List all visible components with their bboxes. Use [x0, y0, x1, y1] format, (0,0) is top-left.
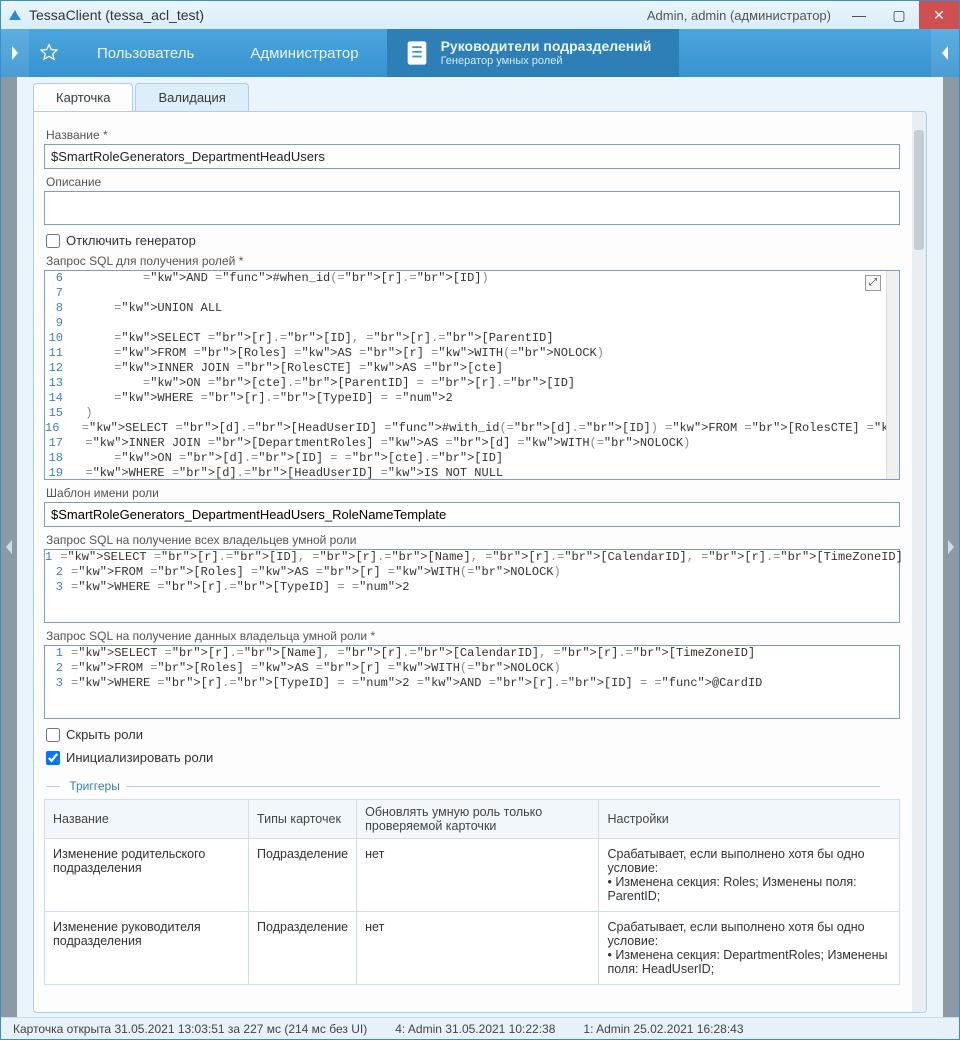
chevron-right-icon: [947, 540, 955, 554]
disable-checkbox-label: Отключить генератор: [66, 233, 196, 248]
ribbon-tab-user[interactable]: Пользователь: [69, 29, 222, 77]
sql-owner-data-editor[interactable]: 1="kw">SELECT ="br">[r].="br">[Name], ="…: [44, 645, 900, 719]
hide-roles-checkbox-input[interactable]: [46, 728, 60, 742]
label-name-template: Шаблон имени роли: [46, 486, 900, 500]
name-input[interactable]: [44, 144, 900, 169]
label-desc: Описание: [46, 175, 900, 189]
th-settings[interactable]: Настройки: [599, 800, 900, 839]
init-roles-checkbox-input[interactable]: [46, 751, 60, 765]
maximize-button[interactable]: ▢: [879, 1, 919, 29]
tab-card[interactable]: Карточка: [33, 83, 133, 111]
th-name[interactable]: Название: [45, 800, 249, 839]
disable-checkbox-input[interactable]: [46, 234, 60, 248]
ribbon-active-title: Руководители подразделений: [441, 39, 652, 54]
label-sql-owner-data: Запрос SQL на получение данных владельца…: [46, 629, 900, 643]
left-rail[interactable]: [1, 77, 17, 1017]
init-roles-label: Инициализировать роли: [66, 750, 213, 765]
init-roles-checkbox[interactable]: Инициализировать роли: [46, 750, 900, 765]
th-update[interactable]: Обновлять умную роль только проверяемой …: [357, 800, 599, 839]
label-sql-owners: Запрос SQL на получение всех владельцев …: [46, 533, 900, 547]
table-row[interactable]: Изменение руководителя подразделенияПодр…: [45, 912, 900, 985]
label-name: Название *: [46, 128, 900, 142]
right-rail[interactable]: [943, 77, 959, 1017]
hide-roles-checkbox[interactable]: Скрыть роли: [46, 727, 900, 742]
document-icon: [403, 39, 431, 67]
app-icon: [7, 7, 23, 23]
status-opened: Карточка открыта 31.05.2021 13:03:51 за …: [13, 1022, 367, 1036]
panel-scrollbar[interactable]: [912, 112, 926, 1012]
nav-back-button[interactable]: [1, 29, 29, 77]
favorite-button[interactable]: [29, 29, 69, 77]
statusbar: Карточка открыта 31.05.2021 13:03:51 за …: [1, 1017, 959, 1039]
chevron-right-icon: [10, 46, 20, 60]
table-row[interactable]: Изменение родительского подразделенияПод…: [45, 839, 900, 912]
name-template-input[interactable]: [44, 502, 900, 527]
card-panel: Название * Описание Отключить генератор …: [33, 111, 927, 1013]
sql-roles-editor[interactable]: ⤢ 6 ="kw">AND ="func">#when_id(="br">[r]…: [44, 270, 900, 480]
triggers-section-title: Триггеры: [46, 779, 900, 793]
code-scrollbar[interactable]: [886, 271, 899, 479]
sql-owners-editor[interactable]: 1="kw">SELECT ="br">[r].="br">[ID], ="br…: [44, 549, 900, 623]
ribbon-tab-admin[interactable]: Администратор: [222, 29, 386, 77]
triggers-table: Название Типы карточек Обновлять умную р…: [44, 799, 900, 985]
window-title: TessaClient (tessa_acl_test): [29, 7, 204, 23]
label-sql-roles: Запрос SQL для получения ролей *: [46, 254, 900, 268]
minimize-button[interactable]: —: [839, 1, 879, 29]
hide-roles-label: Скрыть роли: [66, 727, 143, 742]
close-button[interactable]: ✕: [919, 1, 959, 29]
nav-forward-button[interactable]: [931, 29, 959, 77]
ribbon: Пользователь Администратор Руководители …: [1, 29, 959, 77]
chevron-left-icon: [5, 540, 13, 554]
th-types[interactable]: Типы карточек: [249, 800, 357, 839]
ribbon-active-subtitle: Генератор умных ролей: [441, 55, 652, 67]
user-label: Admin, admin (администратор): [647, 8, 831, 23]
chevron-left-icon: [940, 46, 950, 60]
ribbon-tab-active[interactable]: Руководители подразделений Генератор умн…: [387, 29, 680, 77]
desc-input[interactable]: [44, 191, 900, 225]
tab-validation[interactable]: Валидация: [135, 83, 248, 111]
titlebar: TessaClient (tessa_acl_test) Admin, admi…: [1, 1, 959, 29]
disable-checkbox[interactable]: Отключить генератор: [46, 233, 900, 248]
expand-icon[interactable]: ⤢: [865, 275, 881, 291]
star-icon: [39, 43, 59, 63]
status-v4: 4: Admin 31.05.2021 10:22:38: [395, 1022, 555, 1036]
status-v1: 1: Admin 25.02.2021 16:28:43: [583, 1022, 743, 1036]
